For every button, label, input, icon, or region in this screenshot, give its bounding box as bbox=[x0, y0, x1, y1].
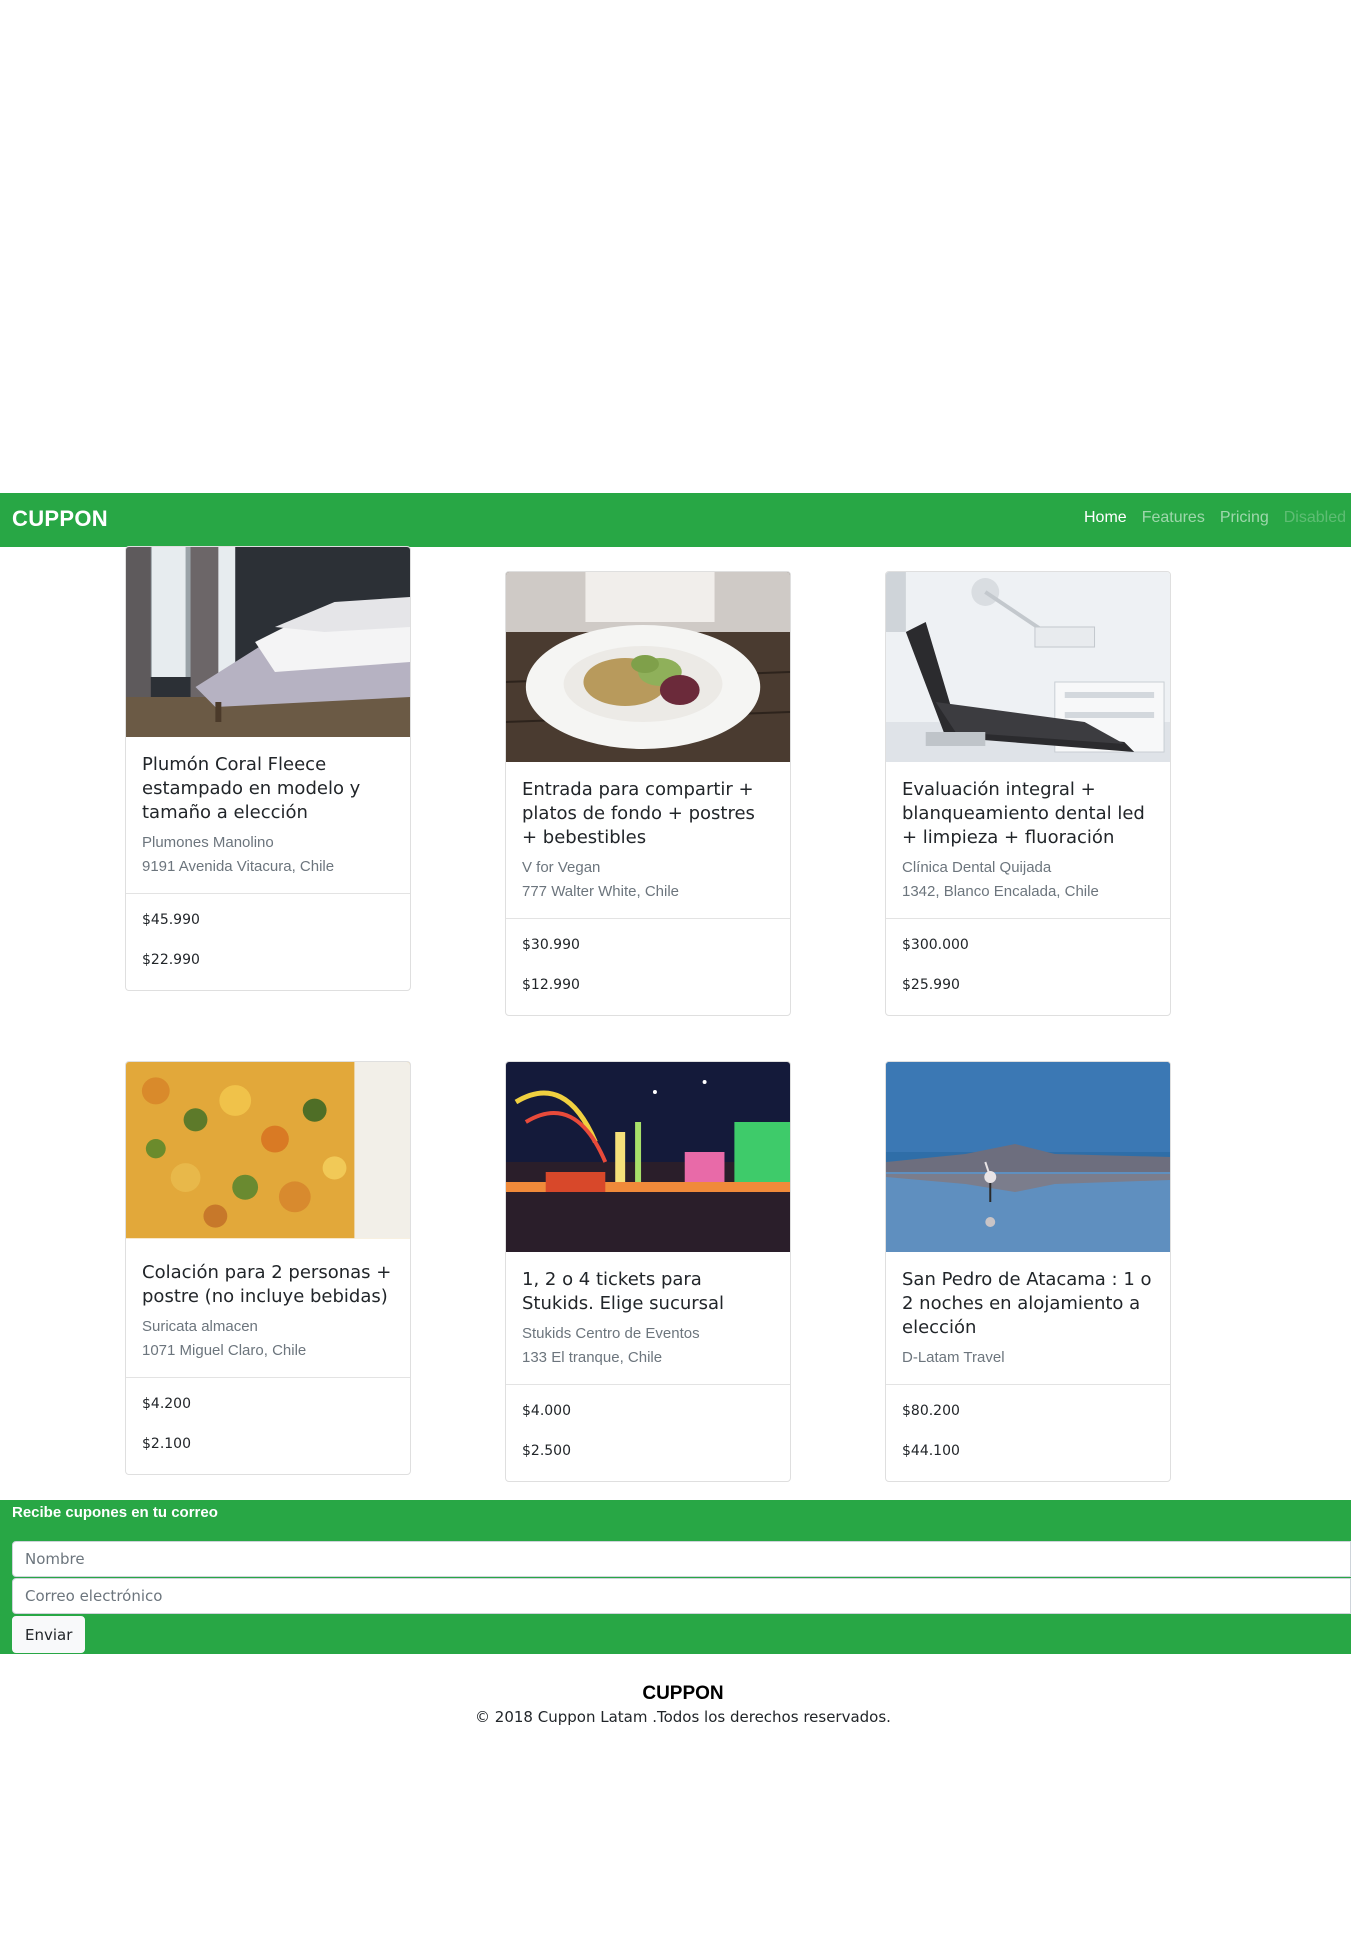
navbar-brand[interactable]: CUPPON bbox=[12, 506, 108, 532]
deal-card[interactable]: 1, 2 o 4 tickets para Stukids. Elige suc… bbox=[505, 1061, 791, 1482]
price-offer: $2.500 bbox=[522, 1443, 571, 1459]
card-footer: $30.990 $12.990 bbox=[506, 919, 790, 1015]
fairground-night-photo bbox=[506, 1062, 790, 1252]
card-address: 777 Walter White, Chile bbox=[522, 883, 680, 900]
nav-link-pricing[interactable]: Pricing bbox=[1220, 509, 1269, 527]
newsletter-section: Recibe cupones en tu correo Enviar bbox=[0, 1500, 1351, 1654]
card-address: 1071 Miguel Claro, Chile bbox=[142, 1342, 307, 1359]
deal-card[interactable]: Entrada para compartir + platos de fondo… bbox=[505, 571, 791, 1016]
card-body: Plumón Coral Fleece estampado en modelo … bbox=[126, 737, 410, 894]
price-original: $45.990 bbox=[142, 912, 200, 928]
card-body: Evaluación integral + blanqueamiento den… bbox=[886, 762, 1170, 919]
card-title[interactable]: Entrada para compartir + platos de fondo… bbox=[522, 778, 774, 850]
deal-card[interactable]: Plumón Coral Fleece estampado en modelo … bbox=[125, 546, 411, 991]
card-body: Entrada para compartir + platos de fondo… bbox=[506, 762, 790, 919]
nav-link-disabled: Disabled bbox=[1283, 509, 1346, 526]
card-vendor: Clínica Dental Quijada bbox=[902, 859, 1052, 876]
price-offer: $12.990 bbox=[522, 977, 580, 993]
card-body: 1, 2 o 4 tickets para Stukids. Elige suc… bbox=[506, 1252, 790, 1385]
card-title[interactable]: 1, 2 o 4 tickets para Stukids. Elige suc… bbox=[522, 1268, 774, 1316]
card-footer: $4.200 $2.100 bbox=[126, 1378, 410, 1474]
lentil-stew-photo bbox=[126, 1062, 410, 1239]
bedroom-photo bbox=[126, 547, 410, 737]
price-original: $30.990 bbox=[522, 937, 580, 953]
card-address: 1342, Blanco Encalada, Chile bbox=[902, 883, 1099, 900]
card-title[interactable]: Evaluación integral + blanqueamiento den… bbox=[902, 778, 1154, 850]
price-original: $4.000 bbox=[522, 1403, 571, 1419]
card-vendor: Plumones Manolino bbox=[142, 834, 274, 851]
card-vendor: Stukids Centro de Eventos bbox=[522, 1325, 700, 1342]
footer-copyright: © 2018 Cuppon Latam .Todos los derechos … bbox=[475, 1708, 891, 1726]
nav-link-features[interactable]: Features bbox=[1142, 509, 1205, 527]
card-footer: $300.000 $25.990 bbox=[886, 919, 1170, 1015]
card-title[interactable]: Colación para 2 personas + postre (no in… bbox=[142, 1261, 394, 1309]
price-original: $300.000 bbox=[902, 937, 969, 953]
card-address: 9191 Avenida Vitacura, Chile bbox=[142, 858, 335, 875]
card-footer: $45.990 $22.990 bbox=[126, 894, 410, 990]
card-title[interactable]: San Pedro de Atacama : 1 o 2 noches en a… bbox=[902, 1268, 1154, 1340]
name-input[interactable] bbox=[12, 1541, 1351, 1577]
price-offer: $25.990 bbox=[902, 977, 960, 993]
navbar: CUPPON Home Features Pricing Disabled bbox=[0, 493, 1351, 547]
price-offer: $2.100 bbox=[142, 1436, 191, 1452]
salad-plate-photo bbox=[506, 572, 790, 762]
nav-links: Home Features Pricing Disabled bbox=[1084, 509, 1346, 527]
card-vendor: V for Vegan bbox=[522, 859, 601, 876]
card-footer: $80.200 $44.100 bbox=[886, 1385, 1170, 1481]
card-vendor: D-Latam Travel bbox=[902, 1349, 1005, 1366]
card-body: San Pedro de Atacama : 1 o 2 noches en a… bbox=[886, 1252, 1170, 1385]
price-original: $4.200 bbox=[142, 1396, 191, 1412]
price-original: $80.200 bbox=[902, 1403, 960, 1419]
nav-link-home[interactable]: Home bbox=[1084, 509, 1127, 527]
dental-chair-photo bbox=[886, 572, 1170, 762]
footer-brand: CUPPON bbox=[642, 1683, 724, 1704]
email-input[interactable] bbox=[12, 1578, 1351, 1614]
newsletter-title: Recibe cupones en tu correo bbox=[12, 1504, 218, 1521]
deal-card[interactable]: Evaluación integral + blanqueamiento den… bbox=[885, 571, 1171, 1016]
atacama-flamingo-photo bbox=[886, 1062, 1170, 1252]
card-body: Colación para 2 personas + postre (no in… bbox=[126, 1245, 410, 1378]
submit-button[interactable]: Enviar bbox=[12, 1616, 86, 1653]
card-address: 133 El tranque, Chile bbox=[522, 1349, 663, 1366]
card-vendor: Suricata almacen bbox=[142, 1318, 258, 1335]
deal-card[interactable]: Colación para 2 personas + postre (no in… bbox=[125, 1061, 411, 1475]
price-offer: $22.990 bbox=[142, 952, 200, 968]
deal-card[interactable]: San Pedro de Atacama : 1 o 2 noches en a… bbox=[885, 1061, 1171, 1482]
card-title[interactable]: Plumón Coral Fleece estampado en modelo … bbox=[142, 753, 394, 825]
card-footer: $4.000 $2.500 bbox=[506, 1385, 790, 1481]
price-offer: $44.100 bbox=[902, 1443, 960, 1459]
